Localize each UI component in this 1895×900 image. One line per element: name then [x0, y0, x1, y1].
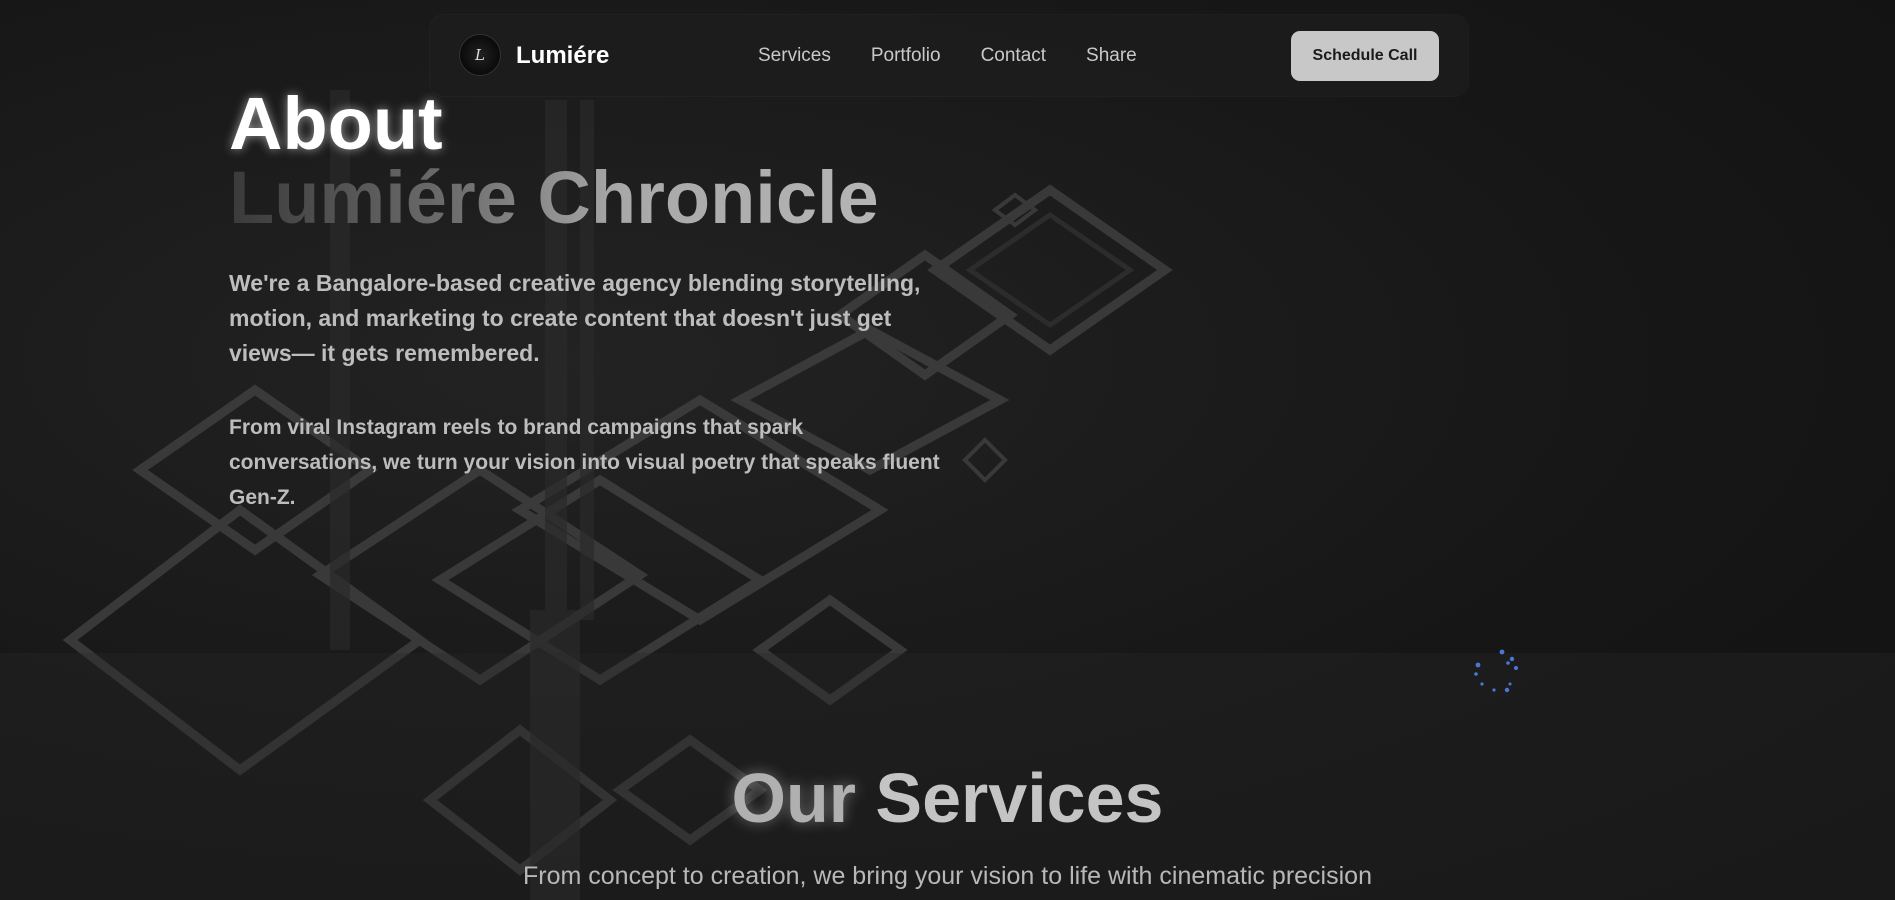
services-title: Our Services [0, 758, 1895, 838]
about-paragraph-1: We're a Bangalore-based creative agency … [229, 270, 921, 366]
nav-link-services[interactable]: Services [758, 45, 831, 67]
about-title: About [229, 82, 443, 165]
services-title-word-2: Services [875, 759, 1164, 837]
schedule-call-button[interactable]: Schedule Call [1291, 31, 1439, 81]
logo-icon[interactable]: L [460, 35, 500, 75]
services-title-word-1: Our [731, 759, 856, 837]
nav-link-portfolio[interactable]: Portfolio [871, 45, 941, 67]
nav-link-share[interactable]: Share [1086, 45, 1137, 67]
about-subtitle: Lumiére Chronicle [229, 156, 879, 239]
nav-link-contact[interactable]: Contact [981, 45, 1046, 67]
logo-glyph: L [475, 46, 485, 64]
brand-name[interactable]: Lumiére [516, 42, 609, 70]
loading-spinner-icon [1474, 649, 1518, 693]
services-subtitle: From concept to creation, we bring your … [523, 862, 1372, 890]
navbar: L Lumiére Services Portfolio Contact Sha… [430, 15, 1468, 96]
page: L Lumiére Services Portfolio Contact Sha… [0, 0, 1895, 900]
about-paragraph-2: From viral Instagram reels to brand camp… [229, 416, 940, 509]
nav-links: Services Portfolio Contact Share [758, 45, 1137, 67]
